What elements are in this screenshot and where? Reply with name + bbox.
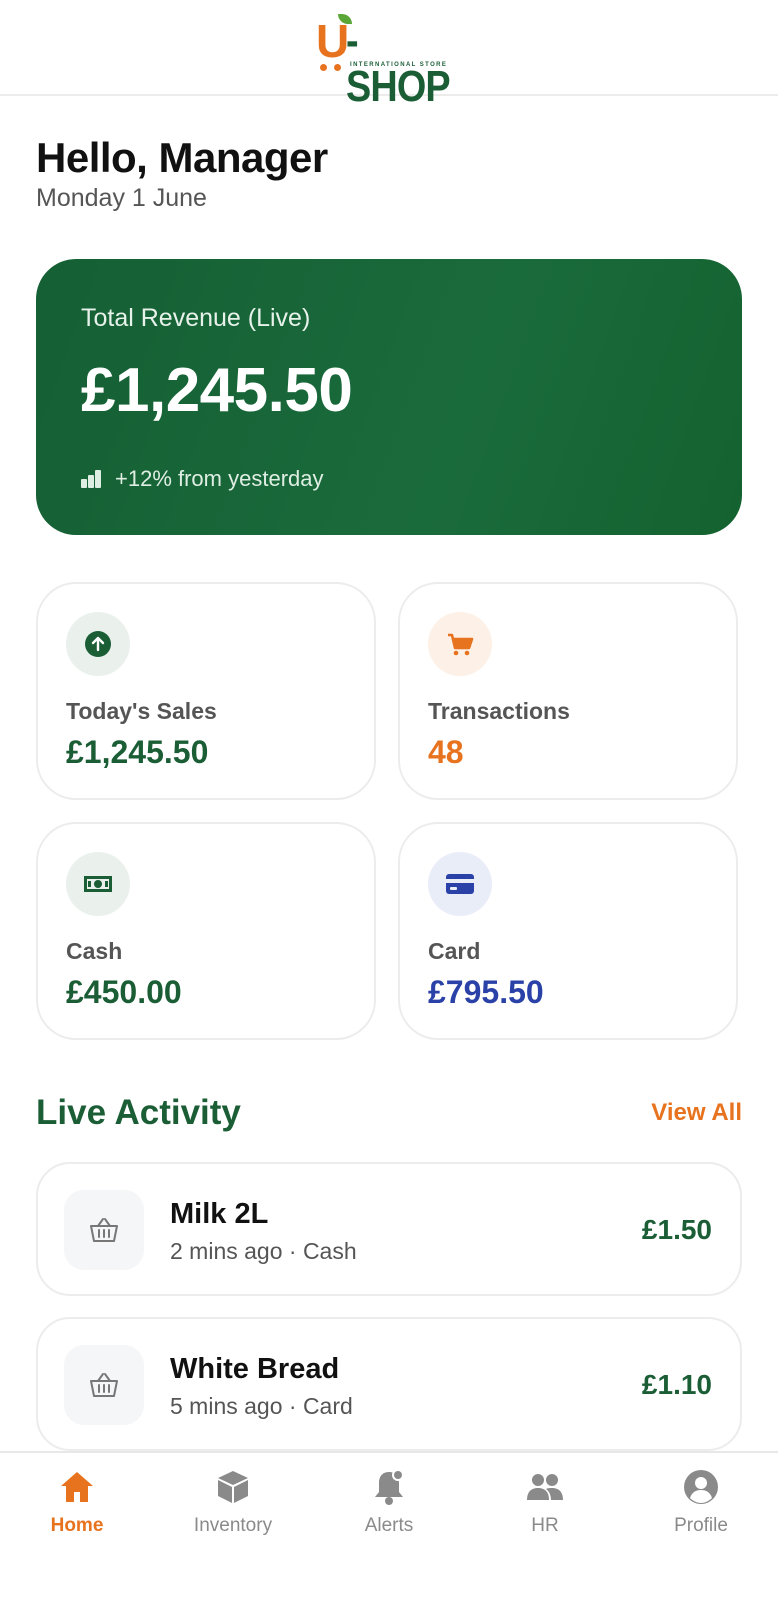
nav-item-profile[interactable]: Profile xyxy=(641,1467,761,1547)
top-bar: U -SHOP INTERNATIONAL STORE xyxy=(0,0,778,110)
logo-wheel-icon xyxy=(334,64,341,71)
stat-card-transactions[interactable]: Transactions 48 xyxy=(398,582,738,800)
bar-chart-icon xyxy=(81,470,103,488)
nav-label: Alerts xyxy=(364,1515,414,1536)
activity-item-meta: 5 mins ago · Card xyxy=(170,1393,353,1419)
revenue-trend-text: +12% from yesterday xyxy=(115,466,324,491)
revenue-value: £1,245.50 xyxy=(81,356,353,425)
box-icon xyxy=(213,1467,253,1507)
nav-item-hr[interactable]: HR xyxy=(485,1467,605,1547)
ushop-logo[interactable]: U -SHOP INTERNATIONAL STORE xyxy=(316,14,466,110)
total-revenue-card[interactable]: Total Revenue (Live) £1,245.50 +12% from… xyxy=(36,259,742,535)
bottom-nav: Home Inventory Alerts HR Profile xyxy=(0,1451,778,1600)
cart-icon xyxy=(428,612,492,676)
activity-item-amount: £1.50 xyxy=(641,1214,712,1245)
revenue-label: Total Revenue (Live) xyxy=(81,304,311,332)
basket-icon xyxy=(64,1345,144,1425)
home-icon xyxy=(57,1467,97,1507)
basket-icon xyxy=(64,1190,144,1270)
user-circle-icon xyxy=(681,1467,721,1507)
stat-card-todays-sales[interactable]: Today's Sales £1,245.50 xyxy=(36,582,376,800)
arrow-up-circle-icon xyxy=(66,612,130,676)
activity-item-name: White Bread xyxy=(170,1353,340,1385)
logo-letter: U xyxy=(316,15,350,67)
nav-label: HR xyxy=(531,1515,559,1536)
nav-item-home[interactable]: Home xyxy=(17,1467,137,1547)
stat-label: Today's Sales xyxy=(66,698,217,724)
activity-item-meta: 2 mins ago · Cash xyxy=(170,1238,357,1264)
stat-card-card[interactable]: Card £795.50 xyxy=(398,822,738,1040)
people-icon xyxy=(525,1467,565,1507)
stat-value: £795.50 xyxy=(428,974,544,1010)
stat-value: £1,245.50 xyxy=(66,734,209,770)
stat-label: Card xyxy=(428,938,481,964)
greeting-title: Hello, Manager xyxy=(36,134,328,181)
stat-value: £450.00 xyxy=(66,974,182,1010)
stat-value: 48 xyxy=(428,734,464,770)
bell-icon xyxy=(369,1467,409,1507)
activity-item-name: Milk 2L xyxy=(170,1198,269,1230)
stat-label: Transactions xyxy=(428,698,570,724)
nav-label: Home xyxy=(50,1515,104,1536)
stat-card-cash[interactable]: Cash £450.00 xyxy=(36,822,376,1040)
activity-item[interactable]: White Bread 5 mins ago · Card £1.10 xyxy=(36,1317,742,1451)
banknote-icon xyxy=(66,852,130,916)
nav-item-inventory[interactable]: Inventory xyxy=(173,1467,293,1547)
nav-label: Profile xyxy=(674,1515,728,1536)
live-activity-title: Live Activity xyxy=(36,1093,241,1132)
logo-wheel-icon xyxy=(320,64,327,71)
logo-subtitle: INTERNATIONAL STORE xyxy=(350,62,448,68)
view-all-link[interactable]: View All xyxy=(651,1099,742,1127)
nav-item-alerts[interactable]: Alerts xyxy=(329,1467,449,1547)
greeting-date: Monday 1 June xyxy=(36,184,207,212)
revenue-trend: +12% from yesterday xyxy=(81,464,323,494)
credit-card-icon xyxy=(428,852,492,916)
nav-label: Inventory xyxy=(193,1515,273,1536)
activity-item-amount: £1.10 xyxy=(641,1369,712,1400)
activity-item[interactable]: Milk 2L 2 mins ago · Cash £1.50 xyxy=(36,1162,742,1296)
stat-label: Cash xyxy=(66,938,123,964)
